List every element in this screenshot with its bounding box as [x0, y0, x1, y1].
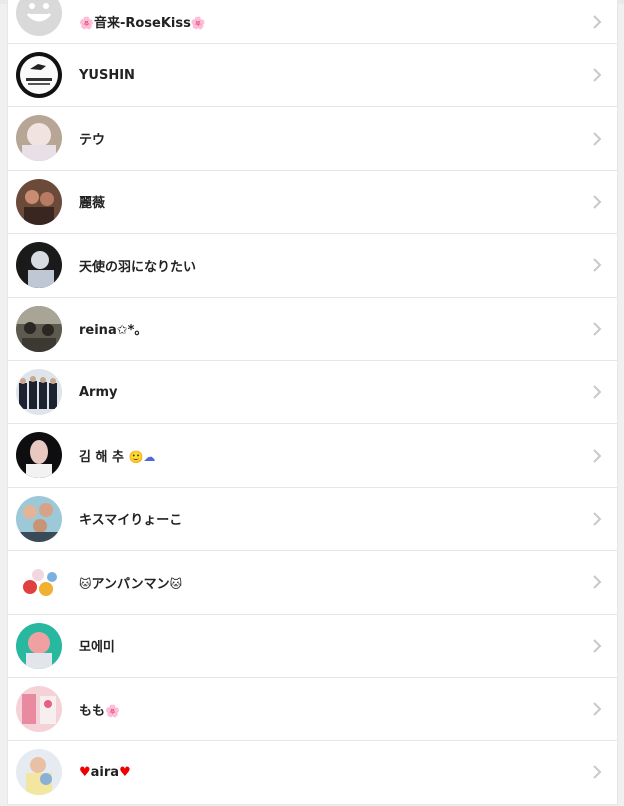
- contact-name: 🐱アンパンマン🐱: [79, 576, 183, 592]
- contact-name: reina✩*。: [79, 323, 148, 339]
- avatar: [16, 622, 62, 669]
- chevron-right-icon: [593, 258, 602, 273]
- chevron-right-icon: [593, 765, 602, 780]
- avatar: [16, 432, 62, 479]
- chevron-right-icon: [593, 322, 602, 336]
- contact-row[interactable]: 麗薇: [8, 171, 617, 235]
- chevron-right-icon: [593, 638, 602, 653]
- avatar: [16, 178, 62, 225]
- avatar: [16, 305, 62, 352]
- contact-name: 김 해 추 🙂☁: [79, 450, 156, 466]
- avatar: [16, 242, 62, 289]
- contact-name: 🌸音来-RoseKiss🌸: [79, 16, 206, 31]
- contact-name: テウ: [79, 133, 106, 149]
- contact-name: Army: [79, 384, 118, 400]
- chevron-right-icon: [593, 512, 602, 526]
- contact-row[interactable]: 天使の羽になりたい: [8, 234, 617, 298]
- chevron-right-icon: [593, 14, 602, 29]
- contact-name: ♥aira♥: [79, 764, 131, 780]
- chevron-right-icon: [593, 448, 602, 463]
- chevron-right-icon: [593, 702, 602, 716]
- contact-name: もも🌸: [79, 703, 120, 719]
- chevron-right-icon: [593, 575, 602, 590]
- contact-list: 🌸音来-RoseKiss🌸 YUSHIN テウ 麗薇 天使の羽になりたい rei…: [7, 0, 618, 805]
- contact-name: キスマイりょーこ: [79, 513, 183, 529]
- contact-name: 모에미: [79, 640, 115, 656]
- avatar: [16, 115, 62, 162]
- contact-row[interactable]: キスマイりょーこ: [8, 488, 617, 552]
- chevron-right-icon: [593, 68, 602, 82]
- contact-name: 麗薇: [79, 196, 106, 212]
- avatar: [16, 368, 62, 415]
- contact-row[interactable]: 🌸音来-RoseKiss🌸: [8, 0, 617, 44]
- chevron-right-icon: [593, 195, 602, 209]
- contact-row[interactable]: テウ: [8, 107, 617, 171]
- contact-row[interactable]: もも🌸: [8, 678, 617, 742]
- avatar: [16, 685, 62, 732]
- avatar-placeholder: [16, 0, 62, 36]
- chevron-right-icon: [593, 131, 602, 146]
- contact-row[interactable]: ♥aira♥: [8, 741, 617, 805]
- avatar: [16, 559, 62, 606]
- contact-row[interactable]: 김 해 추 🙂☁: [8, 424, 617, 488]
- contact-row[interactable]: reina✩*。: [8, 298, 617, 361]
- contact-name: YUSHIN: [79, 67, 135, 83]
- contact-row[interactable]: YUSHIN: [8, 44, 617, 108]
- chevron-right-icon: [593, 385, 602, 399]
- contact-name: 天使の羽になりたい: [79, 259, 197, 275]
- avatar: [16, 749, 62, 796]
- avatar: [16, 52, 62, 98]
- contact-row[interactable]: Army: [8, 361, 617, 425]
- contact-row[interactable]: 모에미: [8, 615, 617, 678]
- contact-row[interactable]: 🐱アンパンマン🐱: [8, 551, 617, 615]
- avatar: [16, 495, 62, 542]
